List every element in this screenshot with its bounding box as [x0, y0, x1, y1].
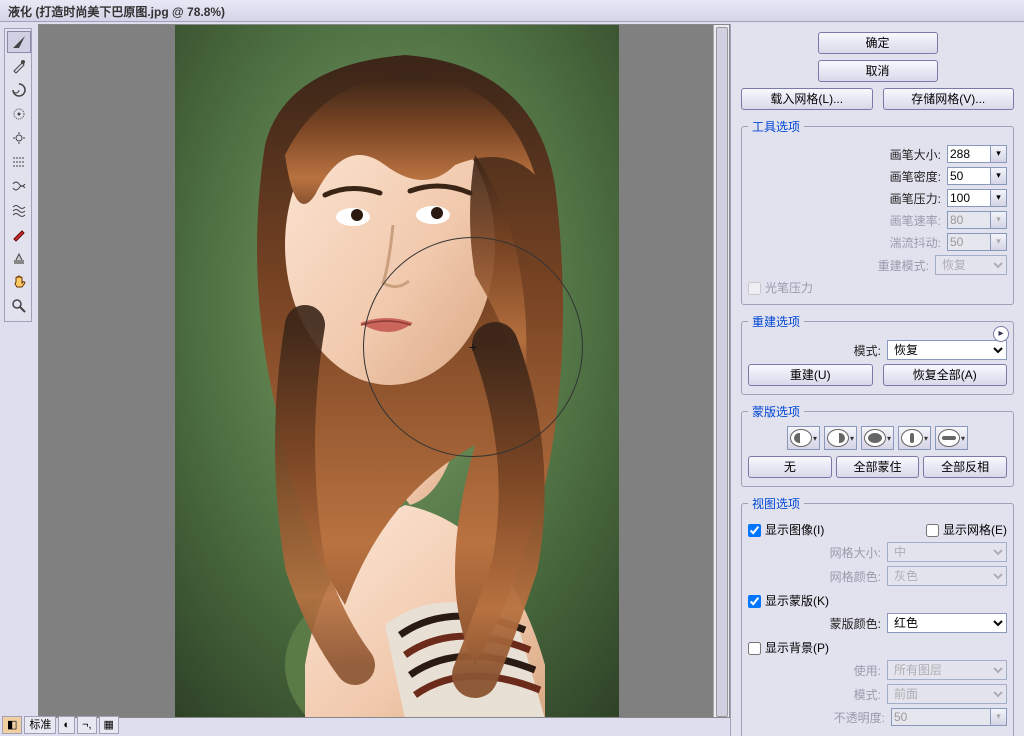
brush-rate-label: 画笔速率: — [890, 212, 941, 229]
status-bar: ◧ 标准 ◐ ¬, ▦ — [2, 716, 119, 734]
brush-size-dropdown[interactable]: ▾ — [991, 145, 1007, 163]
bg-opacity-input — [891, 708, 991, 726]
window-title: 液化 (打造时尚美下巴原图.jpg @ 78.8%) — [0, 0, 1024, 22]
turbulent-jitter-dropdown: ▾ — [991, 233, 1007, 251]
vertical-scrollbar[interactable] — [713, 25, 729, 717]
mask-invert-button[interactable]: 全部反相 — [923, 456, 1007, 478]
options-panel: 确定 取消 载入网格(L)... 存储网格(V)... 工具选项 画笔大小:▾ … — [730, 24, 1024, 736]
view-options-legend: 视图选项 — [748, 495, 804, 512]
brush-rate-dropdown: ▾ — [991, 211, 1007, 229]
liquify-toolbox — [4, 28, 32, 322]
brush-density-input[interactable] — [947, 167, 991, 185]
bloat-tool[interactable] — [7, 127, 31, 149]
brush-size-label: 画笔大小: — [890, 146, 941, 163]
rebuild-mode-label: 模式: — [854, 342, 881, 359]
show-image-label: 显示图像(I) — [765, 523, 824, 537]
mask-subtract-icon — [864, 429, 886, 447]
reconstruct-tool[interactable] — [7, 55, 31, 77]
rebuild-mode-select[interactable]: 恢复 — [887, 340, 1007, 360]
mask-none-button[interactable]: 无 — [748, 456, 832, 478]
document-image — [175, 25, 619, 718]
bg-mode-select: 前面 — [887, 684, 1007, 704]
ok-button[interactable]: 确定 — [818, 32, 938, 54]
view-options-group: 视图选项 显示图像(I) 显示网格(E) 网格大小: 中 网格颜色: 灰色 显示蒙版… — [741, 495, 1014, 736]
pucker-tool[interactable] — [7, 103, 31, 125]
bg-opacity-dropdown: ▾ — [991, 708, 1007, 726]
show-bg-label: 显示背景(P) — [765, 641, 829, 655]
status-icon-a[interactable]: ◧ — [2, 716, 22, 734]
thaw-mask-tool[interactable] — [7, 247, 31, 269]
mask-add-button[interactable]: ▾ — [824, 426, 857, 450]
bg-use-select: 所有图层 — [887, 660, 1007, 680]
mask-replace-icon — [790, 429, 812, 447]
help-icon[interactable]: ▸ — [993, 326, 1009, 342]
save-mesh-button[interactable]: 存储网格(V)... — [883, 88, 1015, 110]
mesh-size-select: 中 — [887, 542, 1007, 562]
mask-all-button[interactable]: 全部蒙住 — [836, 456, 920, 478]
mask-color-select[interactable]: 红色 — [887, 613, 1007, 633]
zoom-tool[interactable] — [7, 295, 31, 317]
rebuild-options-legend: 重建选项 — [748, 313, 804, 330]
forward-warp-tool[interactable] — [7, 31, 31, 53]
status-icon-c[interactable]: ¬, — [77, 716, 96, 734]
cancel-button[interactable]: 取消 — [818, 60, 938, 82]
mask-subtract-button[interactable]: ▾ — [861, 426, 894, 450]
push-left-tool[interactable] — [7, 151, 31, 173]
freeze-mask-tool[interactable] — [7, 223, 31, 245]
brush-rate-input — [947, 211, 991, 229]
tool-options-group: 工具选项 画笔大小:▾ 画笔密度:▾ 画笔压力:▾ 画笔速率:▾ 湍流抖动:▾ … — [741, 118, 1014, 305]
brush-pressure-dropdown[interactable]: ▾ — [991, 189, 1007, 207]
brush-pressure-label: 画笔压力: — [890, 190, 941, 207]
bg-use-label: 使用: — [854, 662, 881, 679]
canvas-area[interactable]: + — [38, 24, 730, 718]
reconstruct-mode-label: 重建模式: — [878, 257, 929, 274]
status-standard[interactable]: 标准 — [24, 716, 56, 734]
mask-invert-icon-button[interactable]: ▾ — [935, 426, 968, 450]
brush-pressure-input[interactable] — [947, 189, 991, 207]
show-mesh-checkbox[interactable] — [926, 524, 939, 537]
show-image-checkbox[interactable] — [748, 524, 761, 537]
twirl-cw-tool[interactable] — [7, 79, 31, 101]
bg-mode-label: 模式: — [854, 686, 881, 703]
show-mask-checkbox[interactable] — [748, 595, 761, 608]
mesh-color-select: 灰色 — [887, 566, 1007, 586]
mask-options-group: 蒙版选项 ▾ ▾ ▾ ▾ ▾ 无 全部蒙住 全部反相 — [741, 403, 1014, 487]
scrollbar-thumb[interactable] — [716, 27, 728, 717]
reconstruct-mode-select: 恢复 — [935, 255, 1007, 275]
mirror-tool[interactable] — [7, 175, 31, 197]
brush-density-dropdown[interactable]: ▾ — [991, 167, 1007, 185]
mask-options-legend: 蒙版选项 — [748, 403, 804, 420]
status-icon-d[interactable]: ▦ — [99, 716, 119, 734]
mask-intersect-button[interactable]: ▾ — [898, 426, 931, 450]
mask-intersect-icon — [901, 429, 923, 447]
stylus-pressure-label: 光笔压力 — [765, 281, 813, 295]
mask-replace-button[interactable]: ▾ — [787, 426, 820, 450]
show-mesh-label: 显示网格(E) — [943, 523, 1007, 537]
rebuild-button[interactable]: 重建(U) — [748, 364, 873, 386]
turbulence-tool[interactable] — [7, 199, 31, 221]
turbulent-jitter-input — [947, 233, 991, 251]
hand-tool[interactable] — [7, 271, 31, 293]
mesh-color-label: 网格颜色: — [830, 568, 881, 585]
brush-density-label: 画笔密度: — [890, 168, 941, 185]
bg-opacity-label: 不透明度: — [834, 709, 885, 726]
status-icon-b[interactable]: ◐ — [58, 716, 75, 734]
restore-all-button[interactable]: 恢复全部(A) — [883, 364, 1008, 386]
stylus-pressure-checkbox — [748, 282, 761, 295]
load-mesh-button[interactable]: 载入网格(L)... — [741, 88, 873, 110]
mask-invert-icon — [938, 429, 960, 447]
brush-size-input[interactable] — [947, 145, 991, 163]
show-bg-checkbox[interactable] — [748, 642, 761, 655]
show-mask-label: 显示蒙版(K) — [765, 594, 829, 608]
mask-color-label: 蒙版颜色: — [830, 615, 881, 632]
turbulent-jitter-label: 湍流抖动: — [890, 234, 941, 251]
tool-options-legend: 工具选项 — [748, 118, 804, 135]
rebuild-options-group: 重建选项 ▸ 模式: 恢复 重建(U) 恢复全部(A) — [741, 313, 1014, 395]
mesh-size-label: 网格大小: — [830, 544, 881, 561]
mask-add-icon — [827, 429, 849, 447]
